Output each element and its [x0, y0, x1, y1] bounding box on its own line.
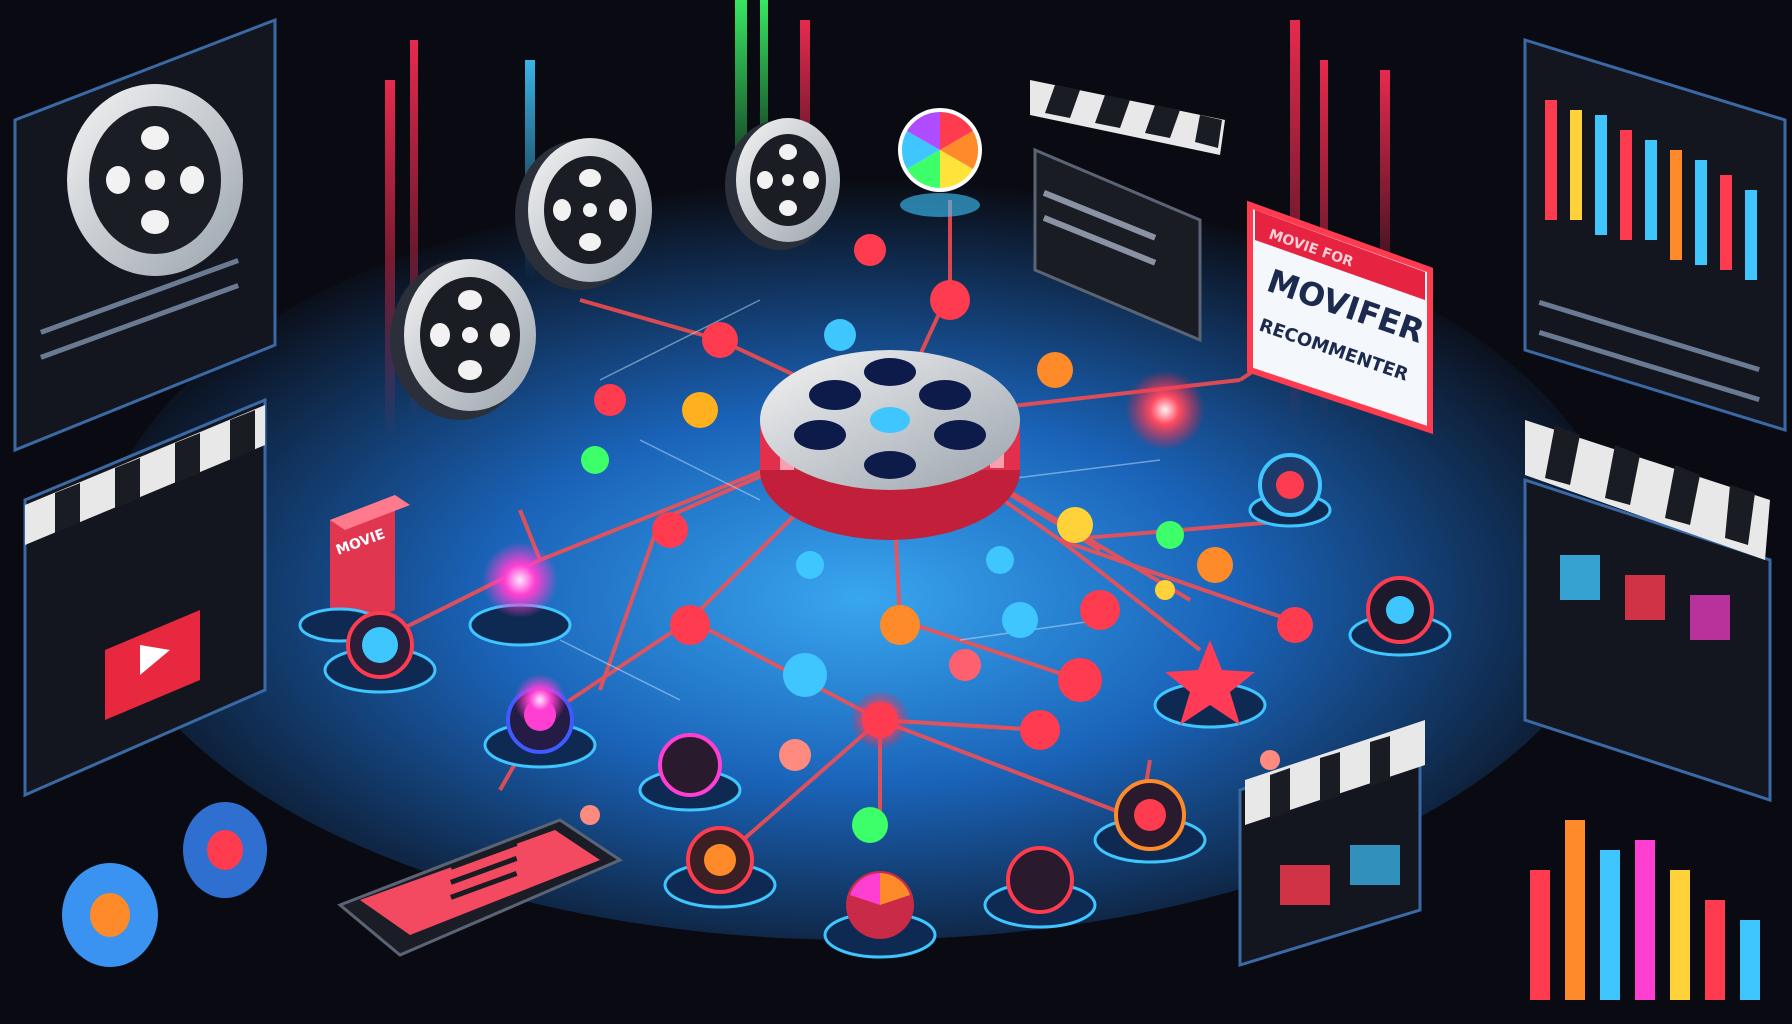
movie-recommender-network-illustration: MOVIE FOR MOVIFER RECOMMENTER MOVIE: [0, 0, 1792, 1024]
color-wheel-icon: [898, 108, 982, 217]
